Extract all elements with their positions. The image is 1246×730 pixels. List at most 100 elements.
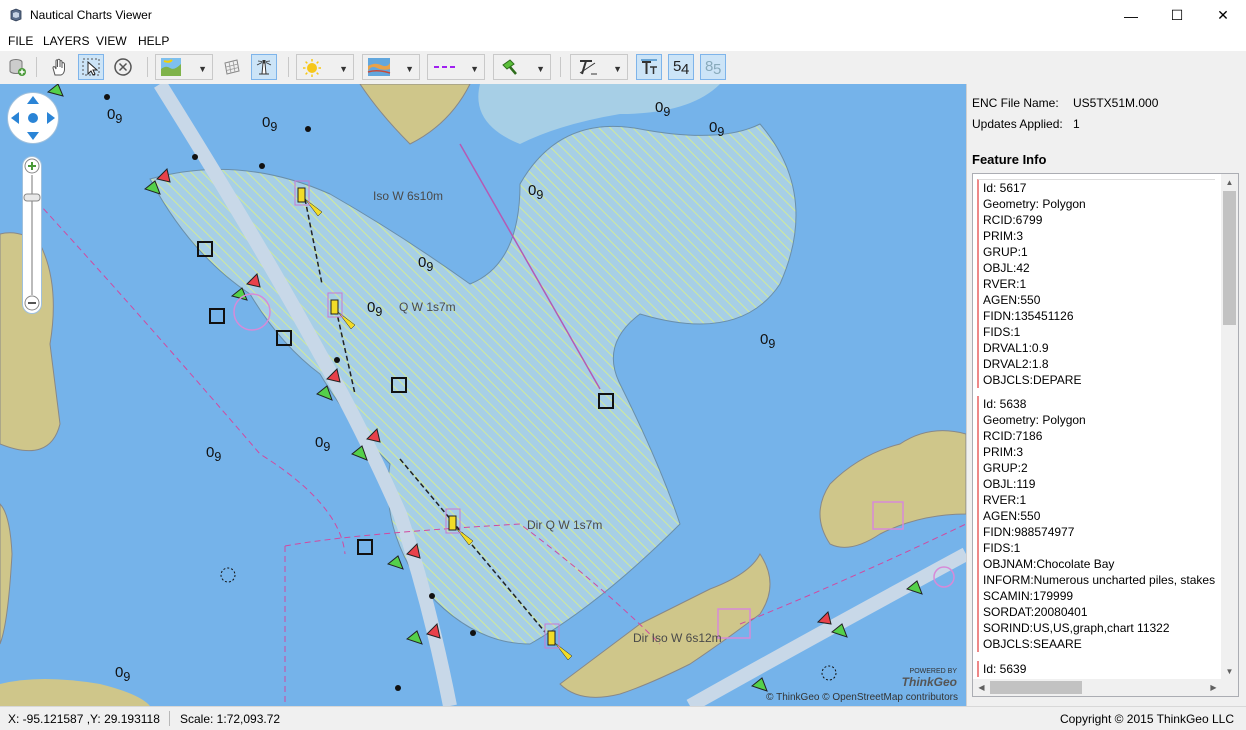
select-arrow-icon [82, 58, 100, 76]
scroll-thumb[interactable] [1223, 191, 1236, 325]
feature-attr: PRIM:3 [983, 229, 1024, 243]
scroll-left-icon[interactable]: ◀ [973, 679, 990, 696]
chevron-down-icon: ▼ [339, 64, 348, 74]
feature-attr: OBJL:42 [983, 261, 1030, 275]
grid-button[interactable] [219, 54, 245, 80]
base-map-dropdown[interactable]: ▼ [155, 54, 213, 80]
feature-attr: SORIND:US,US,graph,chart 11322 [983, 621, 1170, 635]
feature-attr: SORDAT:20080401 [983, 605, 1088, 619]
zoom-slider[interactable] [22, 156, 42, 314]
scroll-up-icon[interactable]: ▲ [1221, 174, 1238, 191]
minimize-button[interactable]: — [1108, 0, 1154, 31]
maximize-button[interactable]: ☐ [1154, 0, 1200, 31]
wreck-circle [220, 567, 236, 583]
base-map-icon [161, 58, 181, 76]
obstruction-dot [104, 94, 110, 100]
wreck-circle [821, 665, 837, 681]
scroll-right-icon[interactable]: ▶ [1205, 679, 1222, 696]
port-buoy-green [386, 555, 404, 570]
pan-left-icon [11, 112, 19, 124]
chart-map[interactable]: 09 09 09 09 09 09 09 09 09 09 09 Iso W 6… [0, 84, 966, 706]
close-button[interactable]: ✕ [1200, 0, 1246, 31]
light-characteristic-label: Dir Iso W 6s12m [633, 631, 722, 645]
feature-attr: Id: 5639 [983, 662, 1027, 676]
status-separator [169, 711, 170, 726]
depth-value-secondary: 4 [681, 61, 690, 78]
feature-info-panel: ENC File Name: US5TX51M.000 Updates Appl… [966, 84, 1246, 706]
close-icon: ✕ [1217, 7, 1229, 23]
feature-info-list[interactable]: Id: 5617 Geometry: Polygon RCID:6799 PRI… [972, 173, 1239, 697]
add-layer-icon [9, 59, 26, 76]
obstruction-dot [259, 163, 265, 169]
menu-help[interactable]: HELP [138, 34, 169, 48]
pan-button[interactable] [46, 54, 72, 80]
text-style-dropdown[interactable]: ▼ [570, 54, 628, 80]
text-labels-button[interactable] [636, 54, 662, 80]
symbol-icon [502, 59, 517, 75]
depth-soundings-button[interactable]: 5 4 [668, 54, 694, 80]
feature-attr: FIDS:1 [983, 325, 1021, 339]
chevron-down-icon: ▼ [536, 64, 545, 74]
safety-value-secondary: 5 [713, 61, 722, 78]
light-characteristic-label: Dir Q W 1s7m [527, 518, 603, 532]
line-style-icon [434, 66, 458, 68]
app-icon [10, 8, 22, 22]
obstruction-dot [470, 630, 476, 636]
port-buoy-green [405, 630, 423, 645]
scroll-down-icon[interactable]: ▼ [1221, 663, 1238, 680]
depth-sounding: 09 [206, 444, 222, 464]
select-button[interactable] [78, 54, 104, 80]
scroll-thumb[interactable] [990, 681, 1082, 694]
toolbar-separator [560, 57, 561, 77]
chart-style-dropdown[interactable]: ▼ [362, 54, 420, 80]
feature-attr: AGEN:550 [983, 509, 1041, 523]
symbol-dropdown[interactable]: ▼ [493, 54, 551, 80]
depth-sounding: 09 [760, 331, 776, 351]
feature-attr: GRUP:2 [983, 461, 1028, 475]
land-area [0, 503, 13, 645]
feature-attr: RCID:6799 [983, 213, 1043, 227]
menu-file[interactable]: FILE [8, 34, 33, 48]
light-characteristic-label: Q W 1s7m [399, 300, 456, 314]
line-style-dropdown[interactable]: ▼ [427, 54, 485, 80]
feature-attr: RVER:1 [983, 277, 1027, 291]
depth-sounding: 09 [528, 182, 544, 202]
depth-sounding: 09 [115, 664, 131, 684]
feature-attr: Geometry: Polygon [983, 413, 1086, 427]
menu-bar: FILE LAYERS VIEW HELP [0, 31, 1246, 51]
starboard-buoy-red [816, 611, 832, 625]
obstruction-dot [429, 593, 435, 599]
lighthouse-button[interactable] [251, 54, 277, 80]
menu-view[interactable]: VIEW [96, 34, 127, 48]
horizontal-scrollbar[interactable]: ◀ ▶ [973, 679, 1222, 696]
feature-attr: Id: 5638 [983, 397, 1027, 411]
pan-control[interactable] [7, 92, 59, 144]
safety-contour-button[interactable]: 8 5 [700, 54, 726, 80]
depth-sounding: 09 [262, 114, 278, 134]
window-title: Nautical Charts Viewer [30, 8, 152, 22]
depth-sounding: 09 [315, 434, 331, 454]
chevron-down-icon: ▼ [405, 64, 414, 74]
depth-sounding: 09 [418, 254, 434, 274]
feature-attr: AGEN:550 [983, 293, 1041, 307]
feature-record[interactable]: Id: 5639 [977, 661, 1215, 677]
zoom-handle-icon [23, 193, 41, 202]
feature-info-heading: Feature Info [972, 152, 1047, 167]
depth-sounding: 09 [367, 299, 383, 319]
feature-record[interactable]: Id: 5638 Geometry: Polygon RCID:7186 PRI… [977, 396, 1215, 652]
port-buoy-green [750, 677, 768, 692]
updates-row: Updates Applied: 1 [972, 117, 1080, 131]
chevron-down-icon: ▼ [470, 64, 479, 74]
clear-button[interactable] [110, 54, 136, 80]
brightness-dropdown[interactable]: ▼ [296, 54, 354, 80]
chart-map-canvas[interactable] [0, 84, 966, 706]
feature-record[interactable]: Id: 5617 Geometry: Polygon RCID:6799 PRI… [977, 179, 1215, 388]
enc-file-row: ENC File Name: US5TX51M.000 [972, 96, 1158, 110]
add-layer-button[interactable] [4, 54, 30, 80]
text-labels-icon [641, 59, 657, 74]
menu-layers[interactable]: LAYERS [43, 34, 89, 48]
feature-attr: PRIM:3 [983, 445, 1024, 459]
vertical-scrollbar[interactable]: ▲ ▼ [1221, 174, 1238, 680]
thinkgeo-logo: ThinkGeo [901, 675, 957, 689]
platform-marker [357, 539, 373, 555]
